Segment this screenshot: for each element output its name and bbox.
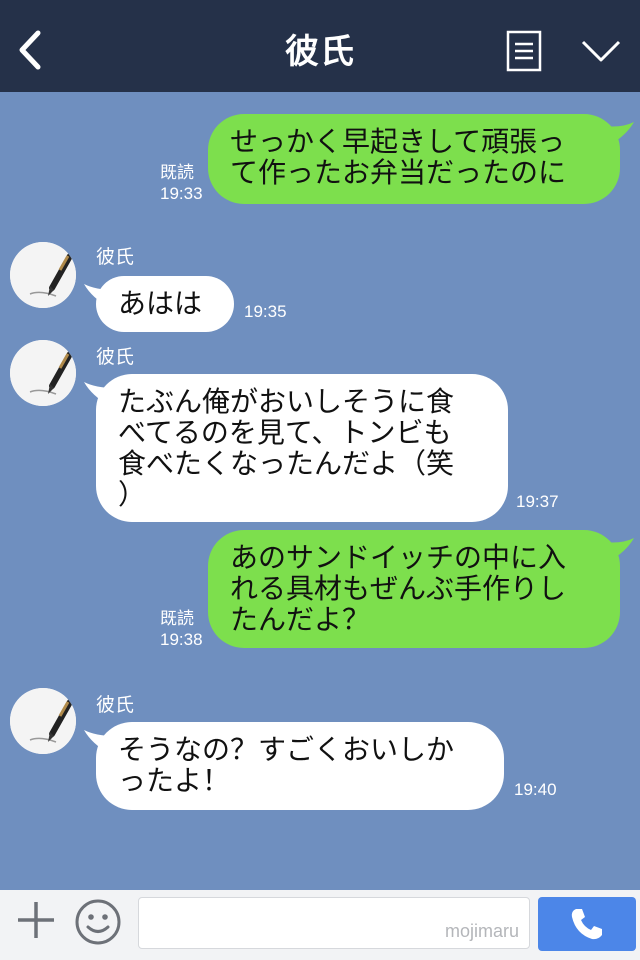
- smile-icon[interactable]: [74, 898, 122, 946]
- message-bubble-received[interactable]: あはは: [96, 276, 234, 332]
- plus-icon[interactable]: [14, 898, 58, 942]
- message-bubble-sent[interactable]: せっかく早起きして頑張っ て作ったお弁当だったのに: [208, 114, 620, 204]
- chat-title: 彼氏: [285, 32, 355, 72]
- read-status: 既読 19:33: [160, 163, 203, 203]
- call-button[interactable]: [538, 897, 636, 951]
- avatar-pen-icon: [10, 688, 76, 754]
- message-text: あはは: [118, 287, 203, 320]
- message-text: たぶん俺がおいしそうに食 べてるのを見て、トンビも 食べたくなったんだよ（笑 ）: [118, 385, 455, 511]
- message-text: あのサンドイッチの中に入 れる具材もぜんぶ手作りし たんだよ？: [230, 541, 567, 636]
- avatar-pen-icon: [10, 340, 76, 406]
- read-status: 既読 19:38: [160, 609, 203, 649]
- menu-icon[interactable]: [506, 30, 542, 72]
- message-list[interactable]: 既読 19:33 せっかく早起きして頑張っ て作ったお弁当だったのに 彼氏 あは…: [0, 92, 640, 890]
- message-input[interactable]: mojimaru: [138, 897, 530, 949]
- message-time: 19:40: [514, 780, 557, 799]
- message-text: そうなの？すごくおいしか ったよ！: [118, 733, 455, 797]
- watermark-text: mojimaru: [444, 921, 519, 941]
- message-time: 19:37: [516, 492, 559, 511]
- message-bubble-received[interactable]: たぶん俺がおいしそうに食 べてるのを見て、トンビも 食べたくなったんだよ（笑 ）: [96, 374, 508, 522]
- avatar-pen-icon: [10, 242, 76, 308]
- message-text: せっかく早起きして頑張っ て作ったお弁当だったのに: [230, 125, 567, 189]
- avatar[interactable]: [10, 340, 76, 406]
- chevron-down-icon[interactable]: [580, 36, 622, 66]
- chat-header: 彼氏: [0, 0, 640, 92]
- phone-icon: [571, 909, 602, 940]
- message-bubble-sent[interactable]: あのサンドイッチの中に入 れる具材もぜんぶ手作りし たんだよ？: [208, 530, 620, 648]
- sender-name: 彼氏: [96, 246, 135, 268]
- sender-name: 彼氏: [96, 346, 135, 368]
- message-time: 19:35: [244, 302, 287, 321]
- avatar[interactable]: [10, 242, 76, 308]
- avatar[interactable]: [10, 688, 76, 754]
- composer-bar: mojimaru: [0, 890, 640, 960]
- sender-name: 彼氏: [96, 694, 135, 716]
- message-bubble-received[interactable]: そうなの？すごくおいしか ったよ！: [96, 722, 504, 810]
